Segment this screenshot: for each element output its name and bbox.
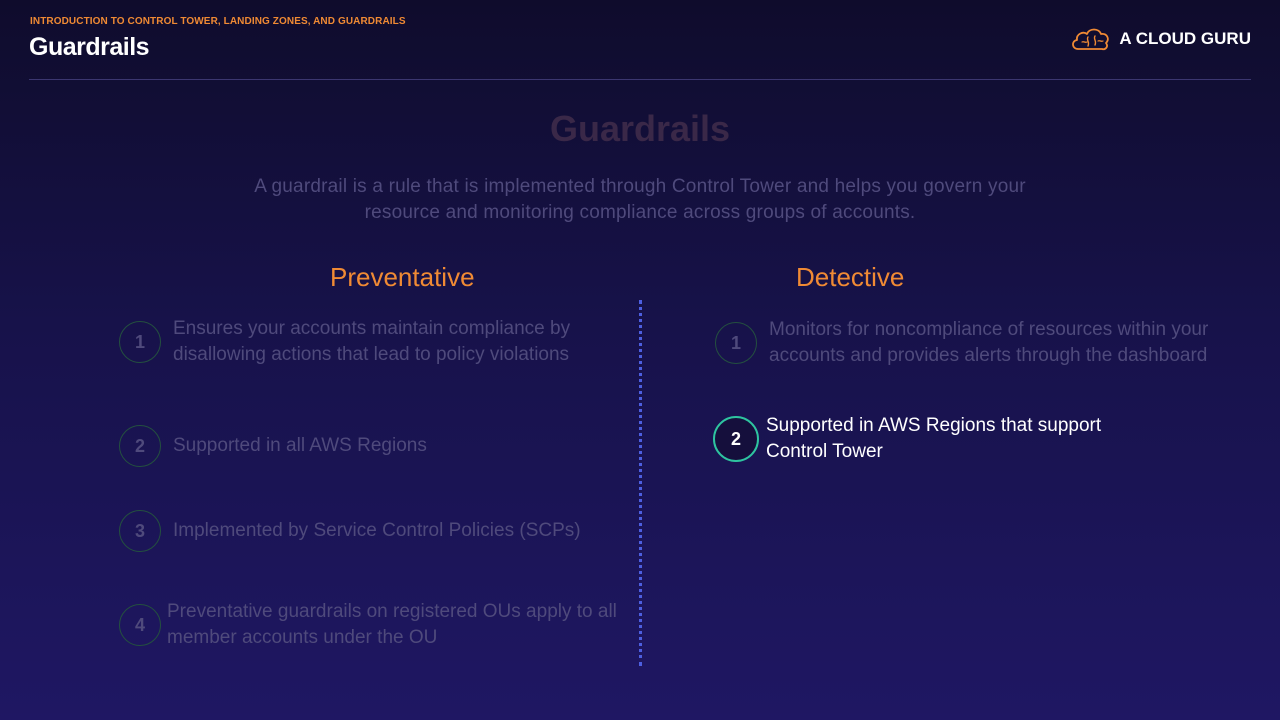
item-text: Supported in AWS Regions that support Co… xyxy=(766,415,1102,462)
number-badge: 3 xyxy=(119,510,161,552)
cloud-brain-icon xyxy=(1072,28,1110,51)
column-divider xyxy=(639,300,642,666)
item-text: Preventative guardrails on registered OU… xyxy=(167,601,617,648)
number-badge: 2 xyxy=(119,425,161,467)
intro-text: A guardrail is a rule that is implemente… xyxy=(254,176,1026,223)
item-text: Ensures your accounts maintain complianc… xyxy=(173,318,571,365)
item-text: Supported in all AWS Regions xyxy=(173,435,427,456)
number-badge: 4 xyxy=(119,604,161,646)
brand-name: A CLOUD GURU xyxy=(1119,29,1251,48)
preventative-item-4: 4 Preventative guardrails on registered … xyxy=(119,599,619,651)
preventative-item-3: 3 Implemented by Service Control Policie… xyxy=(119,510,619,552)
number-badge: 1 xyxy=(119,321,161,363)
number-badge: 2 xyxy=(713,416,759,462)
page-title: Guardrails xyxy=(29,33,150,61)
item-text: Monitors for noncompliance of resources … xyxy=(769,319,1209,366)
detective-item-1: 1 Monitors for noncompliance of resource… xyxy=(715,317,1240,369)
detective-item-2: 2 Supported in AWS Regions that support … xyxy=(713,413,1213,465)
preventative-item-2: 2 Supported in all AWS Regions xyxy=(119,425,619,467)
detective-heading: Detective xyxy=(796,262,905,292)
preventative-heading: Preventative xyxy=(330,262,475,292)
header-divider xyxy=(29,79,1251,80)
slide-title: Guardrails xyxy=(549,108,731,149)
number-badge: 1 xyxy=(715,322,757,364)
brand-logo: A CLOUD GURU xyxy=(1069,26,1251,52)
course-kicker: INTRODUCTION TO CONTROL TOWER, LANDING Z… xyxy=(30,16,406,27)
item-text: Implemented by Service Control Policies … xyxy=(173,520,581,541)
preventative-item-1: 1 Ensures your accounts maintain complia… xyxy=(119,316,619,368)
